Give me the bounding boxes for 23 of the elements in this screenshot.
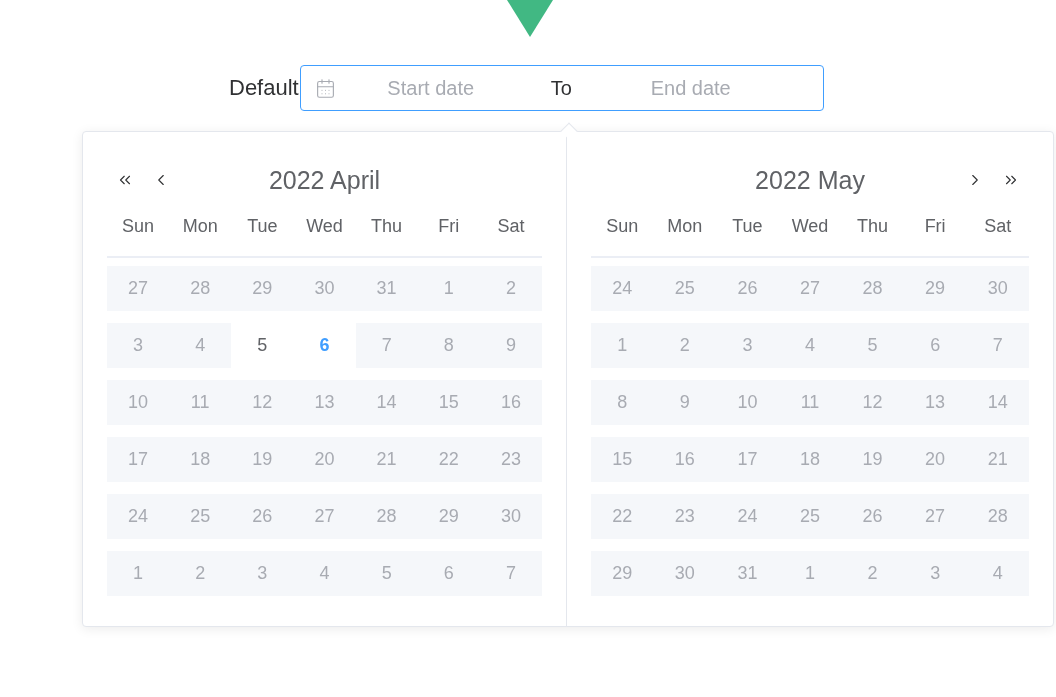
range-separator: To [549,76,573,101]
weekday-label: Fri [437,214,461,238]
weekday-label: Tue [731,214,764,238]
weekday-label: Mon [181,214,219,238]
weekday-label: Sat [496,214,526,238]
weekday-label: Mon [666,214,704,238]
weekday-label: Sat [983,214,1013,238]
weekday-label: Wed [305,214,344,238]
calendar-icon [314,77,336,99]
end-date-input[interactable]: End date [596,73,785,103]
start-date-input[interactable]: Start date [335,73,526,103]
weekday-label: Thu [856,214,890,238]
triangle-icon [507,0,553,37]
month-title: 2022 April [267,167,382,193]
weekday-label: Sun [605,214,640,238]
weekday-label: Fri [923,214,947,238]
weekday-label: Sun [121,214,156,238]
weekday-label: Tue [246,214,279,238]
weekday-label: Wed [790,214,830,238]
field-label: Default [229,77,299,99]
weekday-label: Thu [370,214,404,238]
date-range-field[interactable]: Start date To End date [299,65,824,111]
month-title: 2022 May [754,167,866,193]
